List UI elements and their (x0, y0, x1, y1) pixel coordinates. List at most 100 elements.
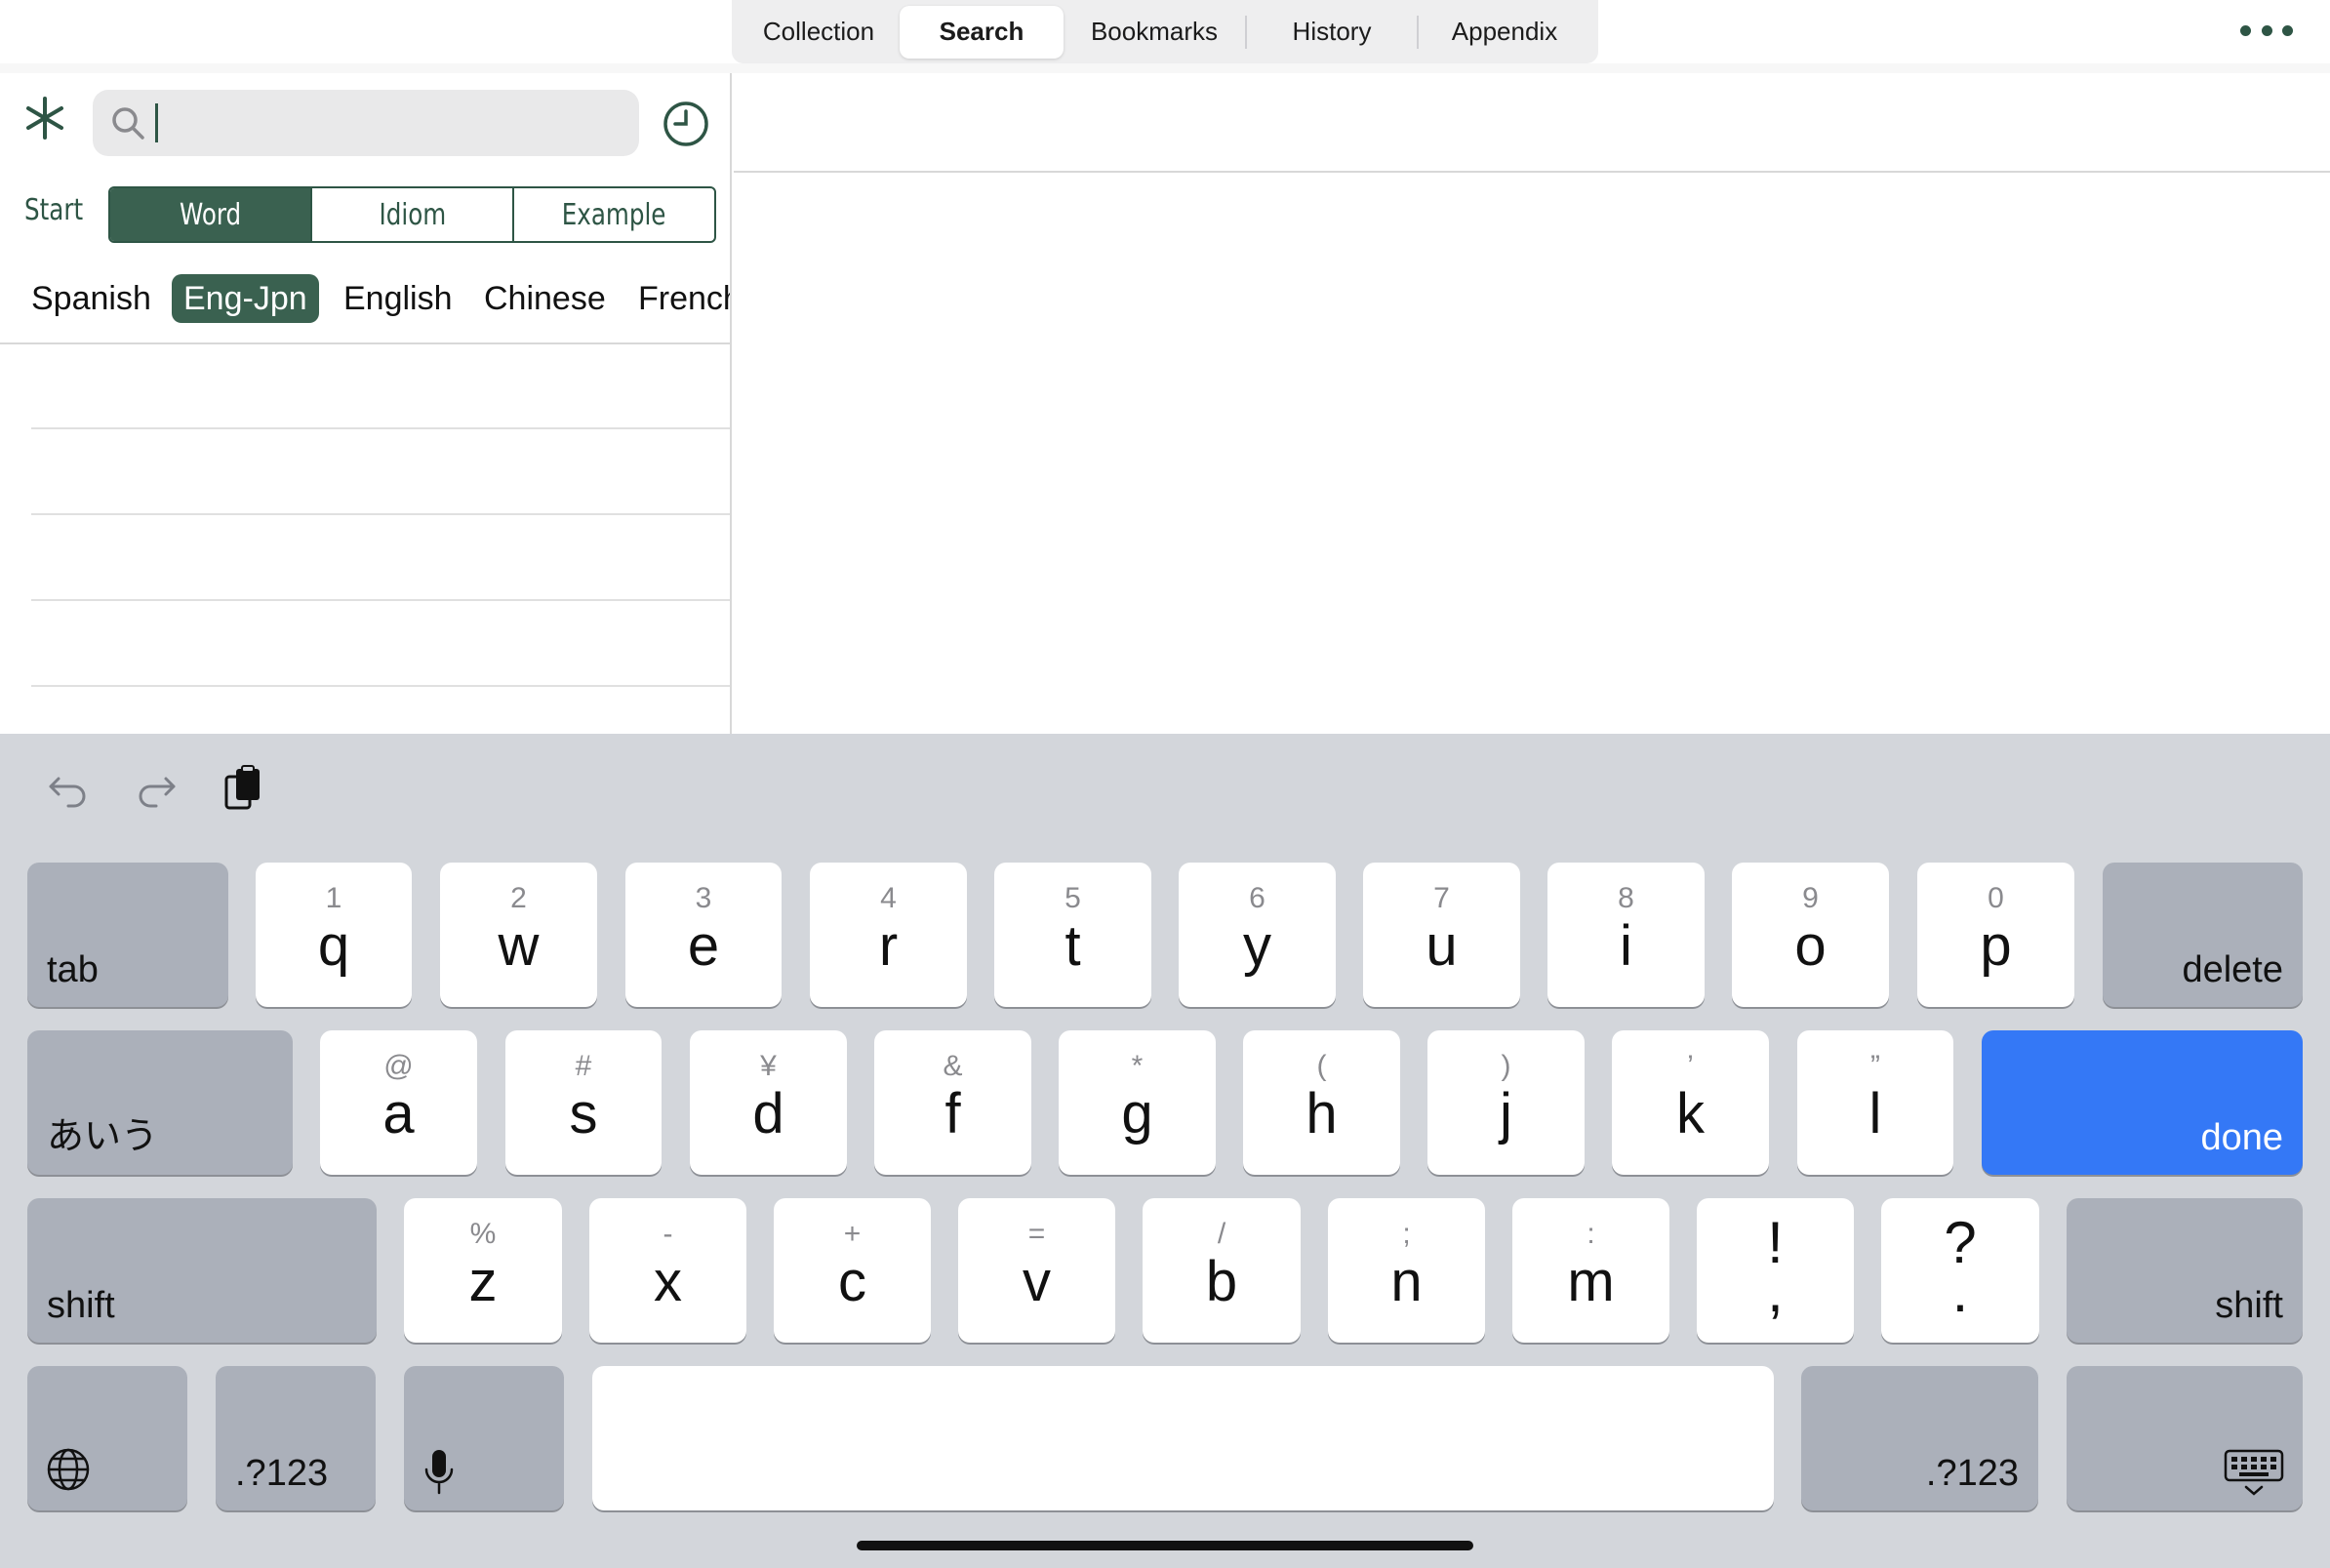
key-alt: 8 (1618, 882, 1634, 914)
key-c[interactable]: + c (774, 1198, 931, 1343)
mode-label: Word (179, 197, 242, 232)
tab-key[interactable]: tab (27, 863, 228, 1007)
key-g[interactable]: * g (1059, 1030, 1216, 1175)
mode-label: Idiom (379, 197, 446, 232)
tab-appendix[interactable]: Appendix (1419, 6, 1590, 59)
redo-icon[interactable] (131, 763, 181, 814)
lang-chinese[interactable]: Chinese (484, 274, 606, 323)
key-n[interactable]: ; n (1328, 1198, 1485, 1343)
undo-icon[interactable] (43, 763, 94, 814)
numbers-key-right[interactable]: .?123 (1801, 1366, 2038, 1510)
key-u[interactable]: 7u (1363, 863, 1520, 1007)
key-alt: 4 (880, 882, 897, 914)
key-p[interactable]: 0p (1917, 863, 2074, 1007)
tab-collection[interactable]: Collection (738, 6, 900, 59)
lang-english[interactable]: English (343, 274, 453, 323)
mode-word[interactable]: Word (110, 188, 312, 241)
key-f[interactable]: & f (874, 1030, 1031, 1175)
list-separator (31, 599, 730, 601)
key-alt: ” (1870, 1050, 1880, 1082)
kana-key[interactable]: あいう (27, 1030, 293, 1175)
key-alt: 1 (325, 882, 342, 914)
top-band (0, 63, 2330, 73)
key-d[interactable]: ¥ d (690, 1030, 847, 1175)
asterisk-icon[interactable] (20, 93, 70, 143)
lang-spanish[interactable]: Spanish (31, 274, 151, 323)
paste-icon[interactable] (219, 763, 269, 814)
shift-key-label: shift (2215, 1285, 2283, 1326)
done-key[interactable]: done (1982, 1030, 2303, 1175)
tab-search[interactable]: Search (900, 5, 1064, 59)
lang-eng-jpn[interactable]: Eng-Jpn (172, 274, 319, 323)
key-a[interactable]: @ a (320, 1030, 477, 1175)
key-question-period[interactable]: ?. (1881, 1198, 2039, 1343)
tab-history[interactable]: History (1247, 6, 1417, 59)
key-char: s (569, 1082, 598, 1146)
mode-label: Example (562, 197, 666, 232)
key-e[interactable]: 3e (625, 863, 782, 1007)
key-l[interactable]: ” l (1797, 1030, 1953, 1175)
key-o[interactable]: 9o (1732, 863, 1889, 1007)
key-char: a (382, 1082, 415, 1146)
key-q[interactable]: 1q (256, 863, 412, 1007)
key-v[interactable]: = v (958, 1198, 1115, 1343)
key-char: d (752, 1082, 784, 1146)
search-input[interactable] (153, 100, 612, 146)
key-s[interactable]: # s (505, 1030, 662, 1175)
key-alt: / (1217, 1218, 1226, 1250)
text-caret (155, 103, 158, 142)
key-w[interactable]: 2w (440, 863, 597, 1007)
keyboard-dismiss-icon (2224, 1449, 2284, 1496)
key-m[interactable]: :m (1512, 1198, 1669, 1343)
key-char: n (1390, 1250, 1423, 1313)
key-bottom-char: , (1767, 1259, 1784, 1324)
lang-french[interactable]: French (638, 274, 730, 323)
key-char: c (838, 1250, 866, 1313)
search-mode-segmented-control: Word Idiom Example (108, 186, 716, 243)
key-exclamation-comma[interactable]: !, (1697, 1198, 1854, 1343)
key-alt: ; (1402, 1218, 1411, 1250)
tab-key-label: tab (47, 949, 99, 990)
numbers-key-left[interactable]: .?123 (216, 1366, 376, 1510)
key-z[interactable]: % z (404, 1198, 562, 1343)
key-t[interactable]: 5t (994, 863, 1151, 1007)
key-b[interactable]: / b (1143, 1198, 1301, 1343)
search-icon (112, 107, 144, 140)
dismiss-keyboard-key[interactable] (2067, 1366, 2303, 1510)
tab-label: Collection (762, 17, 875, 46)
delete-key[interactable]: delete (2103, 863, 2303, 1007)
key-y[interactable]: 6y (1179, 863, 1336, 1007)
home-indicator (857, 1541, 1473, 1550)
language-divider (0, 342, 730, 344)
shift-key-right[interactable]: shift (2067, 1198, 2303, 1343)
key-char: q (317, 914, 350, 978)
search-field[interactable] (93, 90, 639, 156)
mode-example[interactable]: Example (514, 188, 714, 241)
key-char: k (1676, 1082, 1705, 1146)
dictation-key[interactable] (404, 1366, 564, 1510)
key-r[interactable]: 4r (810, 863, 967, 1007)
key-char: o (1794, 914, 1827, 978)
key-x[interactable]: -x (589, 1198, 746, 1343)
more-options-icon[interactable] (2240, 16, 2293, 45)
clock-icon[interactable] (662, 100, 710, 148)
shift-key-left[interactable]: shift (27, 1198, 377, 1343)
mode-idiom[interactable]: Idiom (312, 188, 514, 241)
microphone-icon (424, 1450, 454, 1495)
tab-bookmarks[interactable]: Bookmarks (1064, 6, 1245, 59)
globe-key[interactable] (27, 1366, 187, 1510)
space-bar[interactable] (592, 1366, 1774, 1510)
key-char: u (1426, 914, 1458, 978)
key-alt: ) (1501, 1050, 1511, 1082)
key-alt: 6 (1249, 882, 1265, 914)
key-char: h (1306, 1082, 1338, 1146)
key-alt: & (943, 1050, 963, 1082)
list-separator (31, 427, 730, 429)
key-j[interactable]: ) j (1427, 1030, 1585, 1175)
key-alt: 2 (510, 882, 527, 914)
key-char: z (468, 1250, 498, 1313)
key-k[interactable]: ’ k (1612, 1030, 1769, 1175)
list-separator (31, 685, 730, 687)
key-h[interactable]: (h (1243, 1030, 1400, 1175)
key-i[interactable]: 8i (1547, 863, 1705, 1007)
